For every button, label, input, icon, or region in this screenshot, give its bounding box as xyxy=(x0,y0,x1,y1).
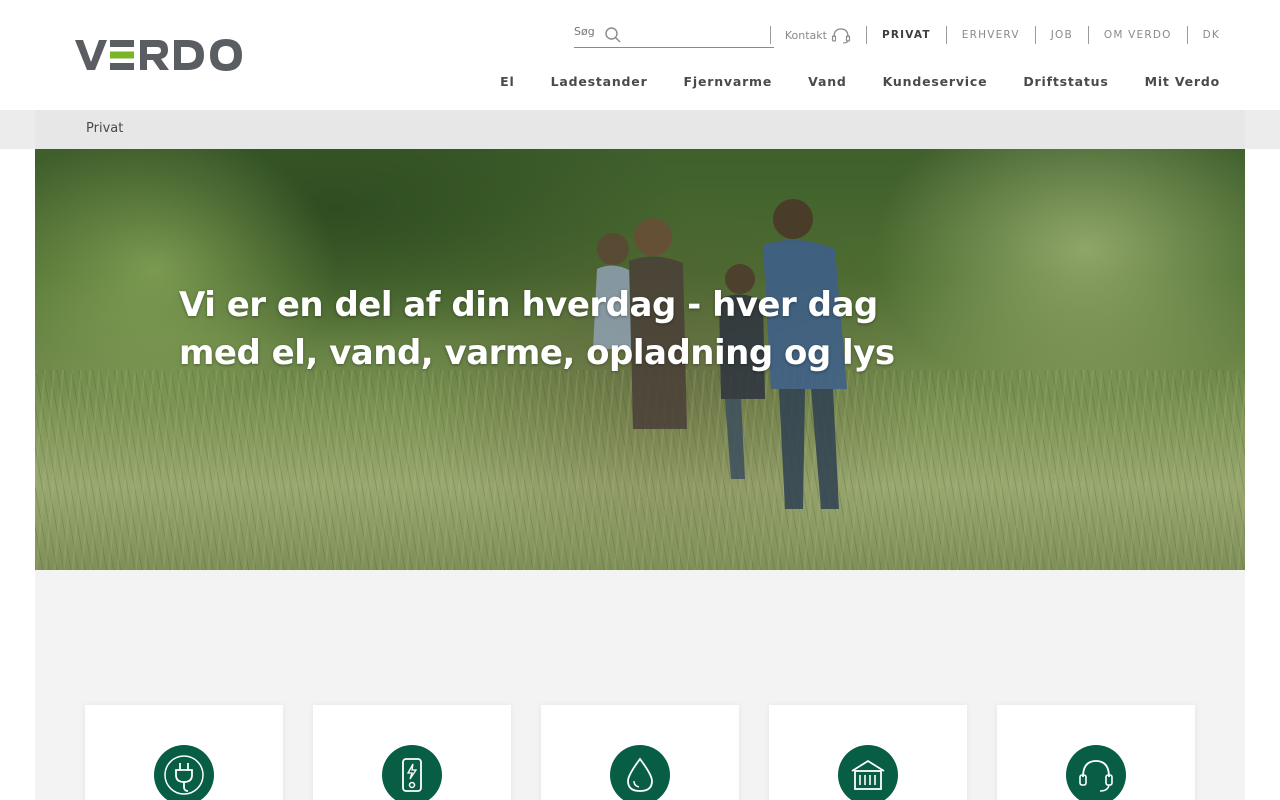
plug-icon xyxy=(154,745,214,800)
contact-label: Kontakt xyxy=(784,28,827,42)
service-card-fjernvarme[interactable] xyxy=(769,705,967,800)
charger-icon xyxy=(382,745,442,800)
water-drop-icon xyxy=(610,745,670,800)
breadcrumb-bar: Privat xyxy=(0,110,1280,149)
service-cards xyxy=(85,705,1195,800)
main-navigation: El Ladestander Fjernvarme Vand Kundeserv… xyxy=(500,74,1220,89)
main-nav-fjernvarme[interactable]: Fjernvarme xyxy=(684,74,773,89)
search-input[interactable] xyxy=(574,25,598,38)
top-nav-job[interactable]: JOB xyxy=(1036,29,1088,41)
site-header: Kontakt PRIVAT ERHVERV JOB OM VERDO DK E… xyxy=(0,0,1280,110)
heating-unit-icon xyxy=(838,745,898,800)
service-card-vand[interactable] xyxy=(541,705,739,800)
services-section xyxy=(35,570,1245,800)
main-nav-ladestander[interactable]: Ladestander xyxy=(551,74,648,89)
headset-icon xyxy=(831,28,851,44)
breadcrumb[interactable]: Privat xyxy=(86,121,123,136)
main-nav-driftstatus[interactable]: Driftstatus xyxy=(1023,74,1108,89)
hero-title-line-1: Vi er en del af din hverdag - hver dag xyxy=(179,285,878,325)
hero-title-line-2: med el, vand, varme, opladning og lys xyxy=(179,333,895,373)
hero-banner: Vi er en del af din hverdag - hver dag m… xyxy=(35,149,1245,570)
language-selector[interactable]: DK xyxy=(1188,29,1220,41)
service-card-el[interactable] xyxy=(85,705,283,800)
hero-title: Vi er en del af din hverdag - hver dag m… xyxy=(179,281,899,377)
main-nav-kundeservice[interactable]: Kundeservice xyxy=(883,74,988,89)
verdo-logo-mark xyxy=(75,39,242,71)
top-nav-om-verdo[interactable]: OM VERDO xyxy=(1089,29,1187,41)
service-card-ladestander[interactable] xyxy=(313,705,511,800)
top-nav-erhverv[interactable]: ERHVERV xyxy=(947,29,1035,41)
main-nav-mit-verdo[interactable]: Mit Verdo xyxy=(1145,74,1220,89)
top-navigation: Kontakt PRIVAT ERHVERV JOB OM VERDO DK xyxy=(769,26,1220,44)
contact-link[interactable]: Kontakt xyxy=(771,26,866,44)
breadcrumb-inner xyxy=(35,110,1245,149)
headset-icon xyxy=(1066,745,1126,800)
main-nav-vand[interactable]: Vand xyxy=(808,74,846,89)
service-card-kundeservice[interactable] xyxy=(997,705,1195,800)
top-nav-privat[interactable]: PRIVAT xyxy=(867,29,946,41)
verdo-logo[interactable] xyxy=(74,38,244,72)
main-nav-el[interactable]: El xyxy=(500,74,514,89)
search-icon[interactable] xyxy=(604,26,622,44)
search-box[interactable] xyxy=(574,22,774,48)
